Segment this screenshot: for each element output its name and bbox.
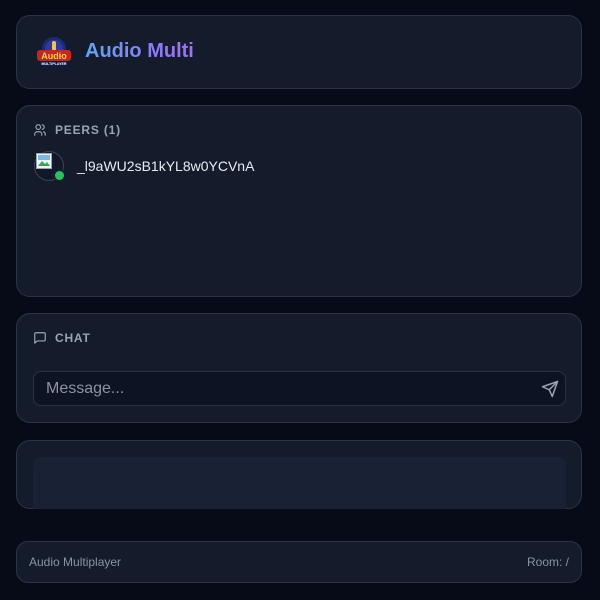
chat-heading-label: CHAT bbox=[55, 331, 91, 345]
broken-image-icon bbox=[36, 153, 52, 169]
users-icon bbox=[34, 124, 46, 136]
app-header: Audio MULTIPLAYER Audio Multi bbox=[16, 15, 582, 89]
send-icon[interactable] bbox=[541, 380, 559, 398]
peers-heading-label: PEERS (1) bbox=[55, 123, 121, 137]
online-status-dot bbox=[53, 169, 66, 182]
peer-avatar bbox=[34, 151, 66, 182]
player-panel bbox=[16, 440, 582, 509]
message-input[interactable] bbox=[34, 372, 548, 405]
footer-room: Room: / bbox=[526, 555, 569, 569]
peer-list-item[interactable]: _l9aWU2sB1kYL8w0YCVnA bbox=[34, 151, 255, 182]
message-input-container bbox=[33, 371, 566, 406]
chat-heading: CHAT bbox=[33, 331, 91, 345]
peers-heading: PEERS (1) bbox=[33, 123, 121, 137]
app-title: Audio Multi bbox=[85, 40, 194, 62]
footer-bar: Audio Multiplayer Room: / bbox=[16, 541, 582, 583]
svg-text:Audio: Audio bbox=[41, 51, 67, 61]
app-logo: Audio MULTIPLAYER bbox=[37, 37, 71, 66]
footer-app-name: Audio Multiplayer bbox=[29, 555, 122, 569]
message-square-icon bbox=[34, 332, 46, 344]
peer-name: _l9aWU2sB1kYL8w0YCVnA bbox=[77, 158, 255, 174]
player-area bbox=[33, 457, 566, 509]
svg-text:MULTIPLAYER: MULTIPLAYER bbox=[42, 62, 67, 66]
peers-panel: PEERS (1) _l9aWU2sB1kYL8w0YCVnA bbox=[16, 105, 582, 297]
chat-panel: CHAT bbox=[16, 313, 582, 423]
